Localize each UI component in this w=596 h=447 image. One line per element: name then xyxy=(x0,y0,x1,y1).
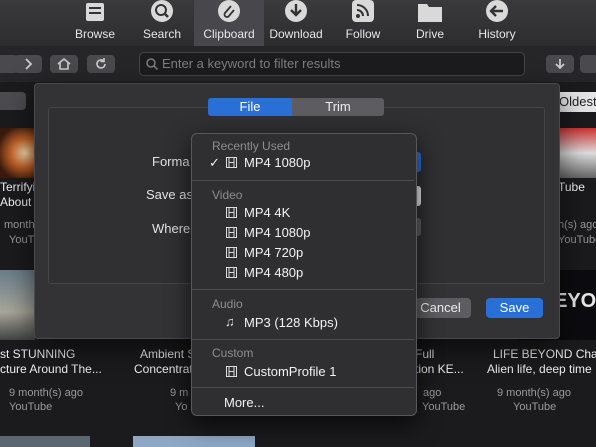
toolbar-follow[interactable]: Follow xyxy=(328,0,398,46)
menu-item-recent-mp4-1080p[interactable]: MP4 1080p xyxy=(244,155,311,170)
video-age: 9 m xyxy=(170,387,189,399)
video-title: cture Around The... xyxy=(0,362,102,376)
video-age: ago xyxy=(423,387,442,399)
toolbar-download-label: Download xyxy=(269,27,323,41)
video-thumbnail[interactable] xyxy=(0,128,35,178)
video-title: Concentrat xyxy=(134,362,193,376)
toolbar-follow-label: Follow xyxy=(345,27,381,41)
forward-button[interactable] xyxy=(14,55,42,73)
video-age: 9 month(s) ago xyxy=(9,387,83,399)
toolbar-search-label: Search xyxy=(142,27,182,41)
toolbar-browse[interactable]: Browse xyxy=(60,0,130,46)
home-button[interactable] xyxy=(50,55,78,73)
save-as-label: Save as xyxy=(146,187,193,202)
film-icon xyxy=(226,267,237,278)
rss-icon xyxy=(352,0,374,22)
download-icon xyxy=(285,0,307,22)
chevron-right-icon xyxy=(25,58,33,70)
main-toolbar: Browse Search Clipboard Download Follow … xyxy=(0,0,596,47)
menu-header-recent: Recently Used xyxy=(212,139,291,153)
menu-separator xyxy=(192,387,414,388)
video-age: 9 month(s) ago xyxy=(497,387,571,399)
toolbar-history-label: History xyxy=(478,27,516,41)
video-channel: YouTube xyxy=(9,401,53,413)
video-thumbnail[interactable] xyxy=(0,436,90,447)
video-title: Full xyxy=(415,347,435,361)
search-placeholder: Enter a keyword to filter results xyxy=(162,56,341,71)
video-age: h(s) ago xyxy=(558,219,596,231)
video-title: Alien life, deep time xyxy=(487,362,592,376)
toolbar-clipboard[interactable]: Clipboard xyxy=(194,0,264,46)
browse-icon xyxy=(86,3,104,21)
menu-separator xyxy=(192,180,414,181)
filter-button[interactable] xyxy=(0,92,26,110)
menu-header-audio: Audio xyxy=(212,297,243,311)
menu-separator xyxy=(192,289,414,290)
toolbar-history[interactable]: History xyxy=(462,0,532,46)
toolbar-search[interactable]: Search xyxy=(127,0,197,46)
video-channel: YouTube xyxy=(558,234,596,246)
menu-item-more[interactable]: More... xyxy=(224,395,264,410)
thumbnail-text: EYO xyxy=(554,290,596,312)
filter-search-field[interactable]: Enter a keyword to filter results xyxy=(139,52,525,76)
menu-item-mp4-480p[interactable]: MP4 480p xyxy=(244,265,303,280)
toolbar-drive[interactable]: Drive xyxy=(395,0,465,46)
search-icon xyxy=(151,0,173,22)
menu-item-mp3-128[interactable]: MP3 (128 Kbps) xyxy=(244,315,338,330)
clipboard-icon xyxy=(218,0,240,22)
video-title: tion KE... xyxy=(415,362,464,376)
home-icon xyxy=(57,57,71,70)
toolbar-drive-label: Drive xyxy=(415,27,444,41)
toolbar-clipboard-label: Clipboard xyxy=(203,27,255,41)
video-channel: Yo xyxy=(175,401,188,413)
save-button[interactable]: Save xyxy=(486,298,543,318)
menu-item-mp4-720p[interactable]: MP4 720p xyxy=(244,245,303,260)
upload-small-button[interactable] xyxy=(580,55,596,73)
film-icon xyxy=(226,157,237,168)
menu-separator xyxy=(192,339,414,340)
cancel-button[interactable]: Cancel xyxy=(410,298,471,318)
video-channel: YouTube xyxy=(513,401,557,413)
film-icon xyxy=(226,366,237,377)
toolbar-browse-label: Browse xyxy=(74,27,115,41)
sort-dropdown[interactable]: Oldest xyxy=(556,92,596,112)
video-thumbnail[interactable] xyxy=(556,128,596,178)
format-label: Forma xyxy=(152,154,190,169)
menu-item-mp4-4k[interactable]: MP4 4K xyxy=(244,205,290,220)
film-icon xyxy=(226,247,237,258)
back-arrow-icon xyxy=(486,0,508,22)
menu-header-custom: Custom xyxy=(212,346,254,360)
toolbar-download[interactable]: Download xyxy=(261,0,331,46)
video-title: Tube xyxy=(558,180,585,194)
download-small-button[interactable] xyxy=(546,55,574,73)
video-age: month xyxy=(4,219,35,231)
video-thumbnail[interactable] xyxy=(133,436,255,447)
video-title: Terrifyi xyxy=(0,180,36,194)
video-title: LIFE BEYOND Chap xyxy=(493,347,596,361)
menu-item-mp4-1080p[interactable]: MP4 1080p xyxy=(244,225,311,240)
film-icon xyxy=(226,207,237,218)
video-title: st STUNNING xyxy=(0,347,76,361)
video-title: Ambient S xyxy=(140,347,196,361)
folder-icon xyxy=(418,4,442,22)
checkmark-icon: ✓ xyxy=(209,155,220,170)
video-thumbnail[interactable] xyxy=(0,270,35,340)
video-channel: YouTube xyxy=(422,401,466,413)
tab-file[interactable]: File xyxy=(208,98,292,116)
music-note-icon: ♫ xyxy=(225,314,235,329)
refresh-button[interactable] xyxy=(87,55,115,73)
download-icon xyxy=(555,59,565,70)
refresh-icon xyxy=(96,58,106,69)
tab-trim[interactable]: Trim xyxy=(292,98,384,116)
where-label: Where xyxy=(152,221,191,236)
search-icon xyxy=(146,58,159,71)
film-icon xyxy=(226,227,237,238)
menu-item-customprofile-1[interactable]: CustomProfile 1 xyxy=(244,364,336,379)
menu-header-video: Video xyxy=(212,188,243,202)
